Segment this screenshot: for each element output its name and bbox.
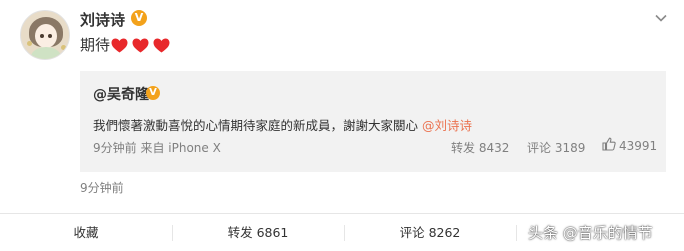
post-author-name[interactable]: 刘诗诗	[80, 9, 125, 30]
heart-icon	[132, 38, 149, 53]
thumbs-up-icon[interactable]	[602, 137, 616, 151]
post-text: 期待	[80, 36, 111, 54]
watermark: 头条 @音乐的情节	[528, 224, 653, 242]
chevron-down-icon[interactable]	[655, 12, 667, 24]
avatar[interactable]	[20, 10, 70, 60]
verified-badge-icon: V	[131, 10, 147, 26]
repost-author-name[interactable]: @吴奇隆	[93, 84, 149, 104]
repost-forward-count[interactable]: 转发 8432	[451, 139, 509, 156]
mention-link[interactable]: @刘诗诗	[422, 118, 472, 133]
heart-icon	[111, 38, 128, 53]
heart-icon	[153, 38, 170, 53]
repost-box[interactable]: @吴奇隆 V 我們懷著激動喜悅的心情期待家庭的新成員，謝謝大家關心 @刘诗诗 9…	[80, 71, 666, 172]
favorite-button[interactable]: 收藏	[0, 214, 172, 251]
repost-like-count[interactable]: 43991	[619, 139, 657, 153]
repost-text-body: 我們懷著激動喜悅的心情期待家庭的新成員，謝謝大家關心	[93, 118, 422, 133]
weibo-post-card: 刘诗诗 V 期待 @吴奇隆 V 我們懷著激動喜悅的心情期待家庭的新成員，謝謝大家…	[0, 0, 684, 251]
post-timestamp: 9分钟前	[80, 181, 124, 195]
repost-meta: 9分钟前 来自 iPhone X	[93, 141, 221, 155]
forward-button[interactable]: 转发 6861	[172, 214, 344, 251]
repost-comment-count[interactable]: 评论 3189	[527, 139, 585, 156]
comment-button[interactable]: 评论 8262	[344, 214, 516, 251]
verified-badge-icon: V	[146, 86, 160, 100]
repost-text: 我們懷著激動喜悅的心情期待家庭的新成員，謝謝大家關心 @刘诗诗	[93, 115, 472, 134]
